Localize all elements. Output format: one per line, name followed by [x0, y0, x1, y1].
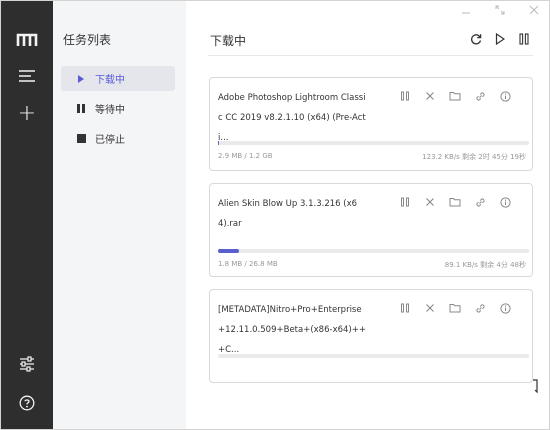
link-icon[interactable]	[471, 194, 489, 210]
close-icon[interactable]	[527, 5, 541, 18]
sidebar-item-waiting[interactable]: 等待中	[61, 96, 175, 121]
add-icon[interactable]: +	[1, 101, 53, 127]
pause-all-icon[interactable]	[517, 31, 531, 47]
progress-bar	[218, 141, 529, 145]
delete-icon[interactable]	[421, 88, 439, 104]
app-window: + 任务列表 下载中 等待中 已停止 下载中 Adobe Photoshop L…	[0, 0, 550, 430]
download-task-card[interactable]: Alien Skin Blow Up 3.1.3.216 (x64).rar 1…	[209, 183, 533, 277]
pause-icon[interactable]	[396, 194, 414, 210]
toolbar	[469, 31, 531, 47]
sidebar-item-downloading[interactable]: 下载中	[61, 66, 175, 91]
progress-bar	[218, 354, 529, 358]
task-size: 2.9 MB / 1.2 GB	[218, 152, 273, 160]
sidebar-item-label: 下载中	[95, 75, 125, 86]
window-controls	[459, 5, 541, 18]
delete-icon[interactable]	[421, 194, 439, 210]
maximize-icon[interactable]	[493, 5, 507, 18]
page-title: 下载中	[210, 34, 247, 48]
folder-icon[interactable]	[446, 194, 464, 210]
download-task-card[interactable]: [METADATA]Nitro+Pro+Enterprise+12.11.0.5…	[209, 289, 533, 383]
task-name: Adobe Photoshop Lightroom Classic CC 201…	[218, 93, 366, 143]
menu-icon[interactable]	[1, 65, 53, 87]
sidebar-item-stopped[interactable]: 已停止	[61, 126, 175, 151]
resize-grip-icon[interactable]	[530, 379, 540, 396]
task-list-sidebar: 任务列表 下载中 等待中 已停止	[53, 1, 186, 429]
link-icon[interactable]	[471, 300, 489, 316]
sidebar-item-label: 等待中	[95, 105, 125, 116]
task-name: Alien Skin Blow Up 3.1.3.216 (x64).rar	[218, 199, 358, 229]
task-actions	[396, 88, 514, 104]
folder-icon[interactable]	[446, 88, 464, 104]
header-divider	[208, 55, 533, 56]
info-icon[interactable]	[496, 88, 514, 104]
link-icon[interactable]	[471, 88, 489, 104]
progress-bar	[218, 249, 529, 253]
task-size: 1.8 MB / 26.8 MB	[218, 260, 278, 268]
minimize-icon[interactable]	[459, 5, 473, 18]
task-actions	[396, 194, 514, 210]
play-icon	[69, 74, 93, 83]
stop-icon	[69, 134, 93, 143]
pause-icon[interactable]	[396, 300, 414, 316]
settings-sliders-icon[interactable]	[1, 353, 53, 375]
help-icon[interactable]	[1, 391, 53, 415]
app-logo-icon[interactable]	[1, 31, 53, 49]
task-actions	[396, 300, 514, 316]
pause-icon[interactable]	[396, 88, 414, 104]
task-speed: 123.2 KB/s 剩余 2时 45分 19秒	[422, 153, 526, 161]
sidebar-item-label: 已停止	[95, 135, 125, 146]
play-all-icon[interactable]	[493, 31, 507, 47]
refresh-icon[interactable]	[469, 31, 483, 47]
folder-icon[interactable]	[446, 300, 464, 316]
main-panel: 下载中 Adobe Photoshop Lightroom Classic CC…	[186, 1, 549, 429]
delete-icon[interactable]	[421, 300, 439, 316]
task-name: [METADATA]Nitro+Pro+Enterprise+12.11.0.5…	[218, 305, 366, 355]
download-task-card[interactable]: Adobe Photoshop Lightroom Classic CC 201…	[209, 77, 533, 171]
nav-rail: +	[1, 1, 53, 429]
task-speed: 89.1 KB/s 剩余 4分 48秒	[444, 261, 526, 269]
info-icon[interactable]	[496, 194, 514, 210]
sidebar-title: 任务列表	[63, 33, 112, 47]
info-icon[interactable]	[496, 300, 514, 316]
pause-icon	[69, 104, 93, 113]
